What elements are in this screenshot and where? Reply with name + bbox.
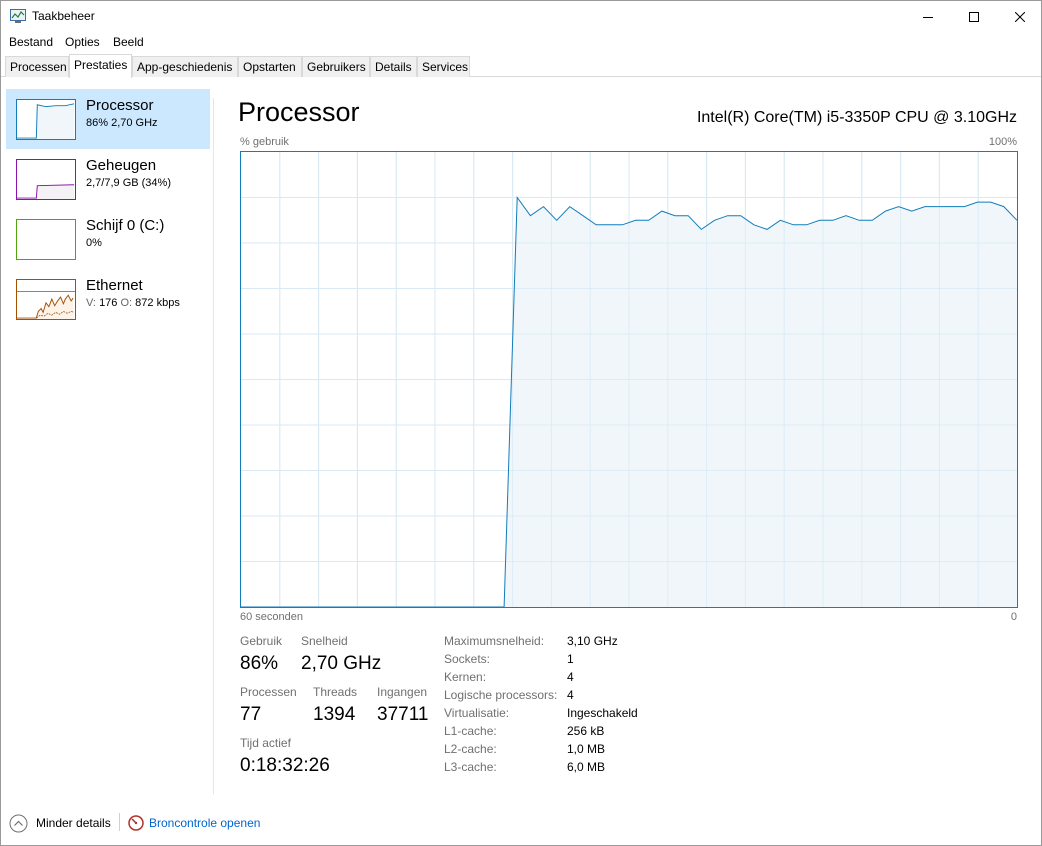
receive-prefix: O: bbox=[120, 297, 133, 309]
tab-services[interactable]: Services bbox=[417, 56, 470, 77]
resource-item-schijf[interactable]: Schijf 0 (C:) 0% bbox=[6, 209, 210, 269]
speed-label: Snelheid bbox=[301, 634, 348, 648]
spec-label: Maximumsnelheid: bbox=[444, 634, 545, 648]
chevron-up-circle-icon bbox=[9, 814, 28, 832]
footer: Minder details Broncontrole openen bbox=[1, 805, 1041, 845]
processor-thumbnail bbox=[16, 99, 76, 140]
spec-value: 6,0 MB bbox=[567, 760, 606, 774]
resource-name: Ethernet bbox=[86, 277, 143, 294]
resource-item-processor[interactable]: Processor 86% 2,70 GHz bbox=[6, 89, 210, 149]
maximize-icon bbox=[969, 11, 979, 22]
uptime-label: Tijd actief bbox=[240, 736, 291, 750]
usage-label: Gebruik bbox=[240, 634, 283, 648]
x-axis-left-label: 60 seconden bbox=[240, 611, 303, 623]
spec-label: L2-cache: bbox=[444, 742, 497, 756]
receive-value: 872 kbps bbox=[135, 297, 180, 309]
open-resource-monitor-link[interactable]: Broncontrole openen bbox=[128, 813, 260, 833]
resource-item-geheugen[interactable]: Geheugen 2,7/7,9 GB (34%) bbox=[6, 149, 210, 209]
close-button[interactable] bbox=[997, 1, 1042, 32]
resource-list: Processor 86% 2,70 GHz Geheugen 2,7/7,9 … bbox=[1, 78, 213, 794]
ethernet-thumbnail bbox=[16, 279, 76, 320]
cpu-model: Intel(R) Core(TM) i5-3350P CPU @ 3.10GHz bbox=[696, 109, 1017, 126]
resource-sub: 0% bbox=[86, 237, 102, 249]
spec-value: 1 bbox=[567, 652, 574, 666]
spec-value: Ingeschakeld bbox=[567, 706, 638, 720]
minimize-button[interactable] bbox=[905, 1, 951, 32]
processes-label: Processen bbox=[240, 685, 297, 699]
y-axis-label: % gebruik bbox=[240, 136, 289, 148]
y-axis-max-label: 100% bbox=[988, 136, 1017, 148]
resource-monitor-label: Broncontrole openen bbox=[149, 816, 261, 830]
menu-bar: Bestand Opties Beeld bbox=[1, 32, 1041, 52]
resource-name: Processor bbox=[86, 97, 154, 114]
resource-sub: 2,7/7,9 GB (34%) bbox=[86, 177, 171, 189]
memory-thumbnail bbox=[16, 159, 76, 200]
handles-label: Ingangen bbox=[377, 685, 428, 699]
resource-monitor-icon bbox=[128, 815, 144, 831]
spec-value: 4 bbox=[567, 688, 574, 702]
x-axis-right-label: 0 bbox=[1010, 611, 1017, 623]
resource-sub: V: 176 O: 872 kbps bbox=[86, 297, 180, 309]
spec-value: 4 bbox=[567, 670, 574, 684]
spec-label: Kernen: bbox=[444, 670, 487, 684]
spec-label: L1-cache: bbox=[444, 724, 497, 738]
threads-label: Threads bbox=[313, 685, 358, 699]
tab-app-geschiedenis[interactable]: App-geschiedenis bbox=[132, 56, 238, 77]
spec-value: 1,0 MB bbox=[567, 742, 606, 756]
resource-name: Schijf 0 (C:) bbox=[86, 217, 165, 234]
resource-name: Geheugen bbox=[86, 157, 157, 174]
cpu-usage-graph bbox=[240, 151, 1018, 608]
send-prefix: V: bbox=[86, 297, 96, 309]
less-details-label: Minder details bbox=[36, 816, 111, 830]
page-title: Processor bbox=[238, 97, 360, 127]
task-manager-app-icon bbox=[10, 9, 26, 23]
tab-processen[interactable]: Processen bbox=[5, 56, 69, 77]
maximize-button[interactable] bbox=[951, 1, 997, 32]
window-title: Taakbeheer bbox=[32, 9, 95, 23]
tab-details[interactable]: Details bbox=[370, 56, 417, 77]
handles-value: 37711 bbox=[377, 704, 429, 725]
close-icon bbox=[1015, 11, 1025, 22]
processes-value: 77 bbox=[240, 704, 262, 725]
spec-value: 3,10 GHz bbox=[567, 634, 618, 648]
uptime-value: 0:18:32:26 bbox=[240, 755, 330, 776]
disk-thumbnail bbox=[16, 219, 76, 260]
tab-prestaties[interactable]: Prestaties bbox=[69, 54, 132, 78]
menu-beeld[interactable]: Beeld bbox=[113, 35, 144, 49]
spec-label: Sockets: bbox=[444, 652, 491, 666]
minimize-icon bbox=[923, 16, 933, 18]
spec-label: Virtualisatie: bbox=[444, 706, 510, 720]
menu-bestand[interactable]: Bestand bbox=[9, 35, 53, 49]
usage-value: 86% bbox=[240, 653, 279, 674]
send-value: 176 bbox=[99, 297, 118, 309]
pane-divider[interactable] bbox=[213, 98, 214, 794]
task-manager-window: Taakbeheer Bestand Opties Beeld Processe… bbox=[0, 0, 1042, 846]
spec-label: Logische processors: bbox=[444, 688, 558, 702]
spec-value: 256 kB bbox=[567, 724, 605, 738]
title-bar: Taakbeheer bbox=[1, 1, 1041, 32]
menu-opties[interactable]: Opties bbox=[65, 35, 100, 49]
tab-opstarten[interactable]: Opstarten bbox=[238, 56, 302, 77]
spec-label: L3-cache: bbox=[444, 760, 497, 774]
less-details-button[interactable]: Minder details bbox=[9, 813, 111, 833]
resource-item-ethernet[interactable]: Ethernet V: 176 O: 872 kbps bbox=[6, 269, 210, 329]
threads-value: 1394 bbox=[313, 704, 356, 725]
footer-separator bbox=[119, 813, 120, 831]
resource-sub: 86% 2,70 GHz bbox=[86, 117, 158, 129]
tab-bar: Processen Prestaties App-geschiedenis Op… bbox=[1, 54, 1041, 78]
tab-gebruikers[interactable]: Gebruikers bbox=[302, 56, 370, 77]
speed-value: 2,70 GHz bbox=[301, 653, 382, 674]
